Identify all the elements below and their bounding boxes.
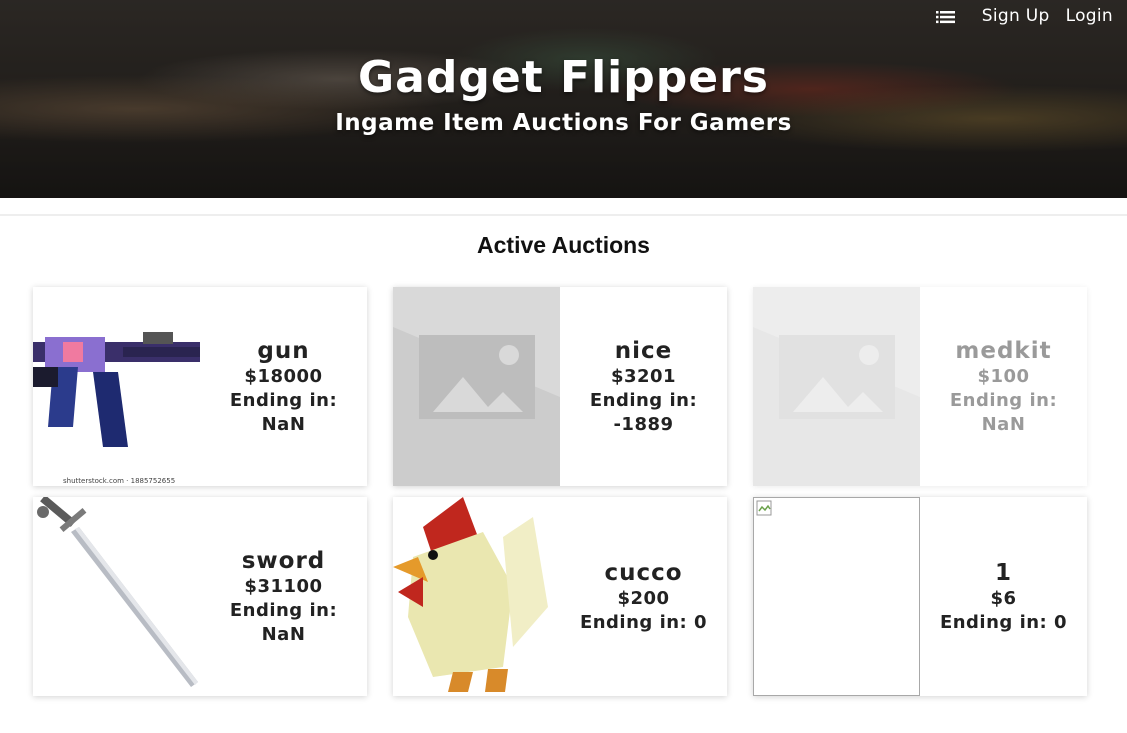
item-price: $31100 xyxy=(244,575,323,597)
section-title: Active Auctions xyxy=(477,232,650,258)
auction-info: medkit $100 Ending in: NaN xyxy=(920,287,1087,486)
auction-info: nice $3201 Ending in: -1889 xyxy=(560,287,727,486)
item-name: nice xyxy=(614,337,673,364)
item-ending: Ending in: NaN xyxy=(229,389,338,435)
auction-card[interactable]: cucco $200 Ending in: 0 xyxy=(393,497,727,696)
login-link[interactable]: Login xyxy=(1066,6,1113,26)
item-ending: Ending in: NaN xyxy=(229,599,338,645)
placeholder-image xyxy=(753,287,920,486)
item-ending: Ending in: NaN xyxy=(949,389,1058,435)
chicken-image xyxy=(393,497,560,696)
hero-banner: Sign Up Login Gadget Flippers Ingame Ite… xyxy=(0,0,1127,198)
site-title: Gadget Flippers xyxy=(358,52,769,103)
auction-info: cucco $200 Ending in: 0 xyxy=(560,497,727,696)
item-name: cucco xyxy=(604,559,683,586)
watermark-text: shutterstock.com · 1885752655 xyxy=(63,477,175,485)
item-price: $3201 xyxy=(610,365,677,387)
list-icon[interactable] xyxy=(935,9,956,24)
item-name: medkit xyxy=(955,337,1052,364)
item-ending: Ending in: 0 xyxy=(579,611,708,633)
item-price: $200 xyxy=(617,587,670,609)
rifle-image: shutterstock.com · 1885752655 xyxy=(33,287,200,486)
placeholder-image xyxy=(393,287,560,486)
top-nav: Sign Up Login xyxy=(935,6,1113,26)
item-price: $6 xyxy=(990,587,1017,609)
auction-card[interactable]: 1 $6 Ending in: 0 xyxy=(753,497,1087,696)
item-ending: Ending in: -1889 xyxy=(589,389,698,435)
item-ending: Ending in: 0 xyxy=(939,611,1068,633)
auction-info: sword $31100 Ending in: NaN xyxy=(200,497,367,696)
item-price: $18000 xyxy=(244,365,323,387)
auction-card[interactable]: nice $3201 Ending in: -1889 xyxy=(393,287,727,486)
auction-info: 1 $6 Ending in: 0 xyxy=(920,497,1087,696)
site-subtitle: Ingame Item Auctions For Gamers xyxy=(335,110,792,136)
signup-link[interactable]: Sign Up xyxy=(982,6,1050,26)
auction-card[interactable]: sword $31100 Ending in: NaN xyxy=(33,497,367,696)
auction-info: gun $18000 Ending in: NaN xyxy=(200,287,367,486)
item-image xyxy=(753,497,920,696)
item-name: sword xyxy=(241,547,326,574)
broken-image-icon xyxy=(753,497,920,696)
item-name: gun xyxy=(257,337,310,364)
auction-card[interactable]: medkit $100 Ending in: NaN xyxy=(753,287,1087,486)
item-price: $100 xyxy=(977,365,1030,387)
divider xyxy=(0,214,1127,216)
auction-grid: shutterstock.com · 1885752655 gun $18000… xyxy=(33,287,1087,696)
auction-card[interactable]: shutterstock.com · 1885752655 gun $18000… xyxy=(33,287,367,486)
item-name: 1 xyxy=(994,559,1012,586)
sword-image xyxy=(33,497,200,696)
